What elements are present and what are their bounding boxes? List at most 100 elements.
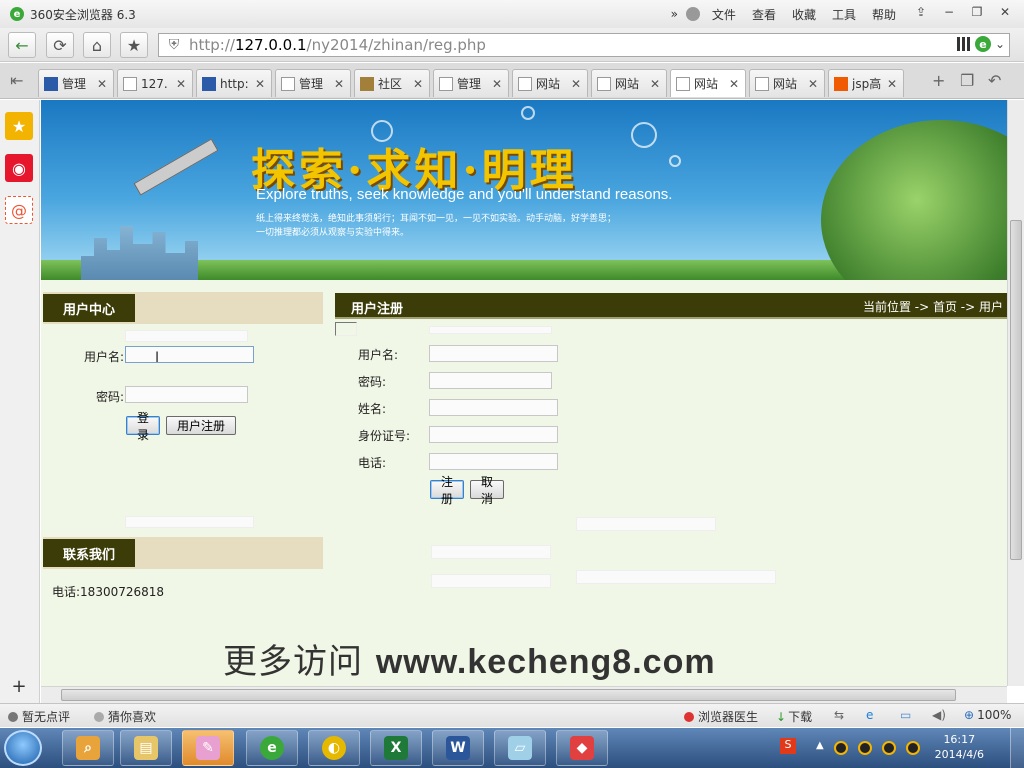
tab-6[interactable]: 网站 ✕ — [512, 69, 588, 97]
tab-4[interactable]: 社区 ✕ — [354, 69, 430, 97]
taskbar-word[interactable]: W — [432, 730, 484, 766]
login-button[interactable]: 登录 — [126, 411, 160, 442]
tab-list-icon[interactable]: ❐ — [960, 71, 974, 90]
faint-field — [125, 516, 254, 528]
home-button[interactable]: ⌂ — [83, 32, 111, 58]
tab-label: jsp高 — [852, 77, 882, 91]
weibo-icon[interactable]: ◉ — [5, 154, 33, 182]
site-favicon-icon — [834, 76, 848, 91]
tab-close-icon[interactable]: ✕ — [726, 77, 742, 91]
volume-icon[interactable]: ◀) — [932, 708, 946, 722]
tab-5[interactable]: 管理 ✕ — [433, 69, 509, 97]
reg-idcard-input[interactable] — [429, 426, 558, 443]
taskbar-excel[interactable]: X — [370, 730, 422, 766]
new-tab-button[interactable]: + — [932, 71, 945, 90]
globe-city-image — [821, 120, 1007, 280]
zoom-control[interactable]: ⊕ 100% — [964, 708, 1011, 722]
reg-password-input[interactable] — [429, 372, 552, 389]
tab-close-icon[interactable]: ✕ — [331, 77, 347, 91]
menu-view[interactable]: 查看 — [744, 6, 784, 23]
tab-3[interactable]: 管理 ✕ — [275, 69, 351, 97]
input-method-icon[interactable]: S — [780, 738, 796, 754]
restore-button[interactable]: ❐ — [964, 2, 990, 22]
cancel-register-button[interactable]: 取消 — [470, 475, 504, 506]
menu-file[interactable]: 文件 — [704, 6, 744, 23]
rating-status[interactable]: 暂无点评 — [8, 708, 70, 725]
tab-close-icon[interactable]: ✕ — [252, 77, 268, 91]
tab-1[interactable]: 127. ✕ — [117, 69, 193, 97]
qq-icon[interactable] — [882, 741, 896, 755]
taskbar-notepad[interactable]: ▱ — [494, 730, 546, 766]
chevrons-icon[interactable]: » — [663, 7, 686, 21]
vertical-scroll-thumb[interactable] — [1010, 220, 1022, 560]
user-register-button[interactable]: 用户注册 — [166, 416, 236, 435]
menu-favorites[interactable]: 收藏 — [784, 6, 824, 23]
menu-tools[interactable]: 工具 — [824, 6, 864, 23]
tab-close-icon[interactable]: ✕ — [94, 77, 110, 91]
horizontal-scrollbar[interactable] — [41, 686, 1007, 703]
reg-username-input[interactable] — [429, 345, 558, 362]
notepad-icon: ▱ — [508, 736, 532, 760]
tab-close-icon[interactable]: ✕ — [805, 77, 821, 91]
ie-icon[interactable]: e — [866, 708, 873, 722]
qq-icon[interactable] — [906, 741, 920, 755]
speed-icon[interactable]: ⇆ — [834, 708, 844, 722]
mail-icon[interactable]: @ — [5, 196, 33, 224]
taskbar-search[interactable]: ⌕ — [62, 730, 114, 766]
guess-like[interactable]: 猜你喜欢 — [94, 708, 156, 725]
show-desktop-button[interactable] — [1010, 728, 1024, 768]
qr-code-icon[interactable] — [956, 37, 971, 51]
qq-icon[interactable] — [834, 741, 848, 755]
tab-close-icon[interactable]: ✕ — [410, 77, 426, 91]
doctor-label: 浏览器医生 — [698, 710, 759, 724]
login-password-input[interactable] — [125, 386, 248, 403]
add-sidebar-icon[interactable]: + — [5, 672, 33, 700]
system-tray: S ▲ 16:17 2014/4/6 — [774, 728, 1024, 768]
browser-doctor[interactable]: 浏览器医生 — [684, 708, 758, 725]
sidebar-toggle-icon[interactable]: ⇤ — [10, 71, 23, 90]
reg-phone-input[interactable] — [429, 453, 558, 470]
reg-name-input[interactable] — [429, 399, 558, 416]
taskbar-player[interactable]: ◐ — [308, 730, 360, 766]
taskbar-explorer[interactable]: ▤ — [120, 730, 172, 766]
taskbar-paint[interactable]: ✎ — [182, 730, 234, 766]
tab-0[interactable]: 管理 ✕ — [38, 69, 114, 97]
minimize-button[interactable]: − — [936, 2, 962, 22]
taskbar-eraser[interactable]: ◆ — [556, 730, 608, 766]
tab-10[interactable]: jsp高 ✕ — [828, 69, 904, 97]
refresh-button[interactable]: ⟳ — [46, 32, 74, 58]
menu-help[interactable]: 帮助 — [864, 6, 904, 23]
tab-9[interactable]: 网站 ✕ — [749, 69, 825, 97]
user-avatar-icon[interactable] — [685, 7, 700, 21]
login-username-input[interactable] — [125, 346, 254, 363]
chevron-down-icon[interactable]: ⌄ — [995, 37, 1005, 51]
submit-register-button[interactable]: 注册 — [430, 475, 464, 506]
tab-close-icon[interactable]: ✕ — [568, 77, 584, 91]
undo-close-icon[interactable]: ↶ — [988, 71, 1001, 90]
tab-close-icon[interactable]: ✕ — [884, 77, 900, 91]
address-url[interactable]: http://127.0.0.1/ny2014/zhinan/reg.php — [189, 36, 486, 54]
address-bar[interactable]: ⛨ http://127.0.0.1/ny2014/zhinan/reg.php… — [158, 33, 1010, 57]
tab-close-icon[interactable]: ✕ — [489, 77, 505, 91]
browser-mode-icon[interactable]: e — [974, 36, 991, 52]
favorite-button[interactable]: ★ — [120, 32, 148, 58]
tab-8[interactable]: 网站 ✕ — [670, 69, 746, 97]
vertical-scrollbar[interactable] — [1007, 100, 1024, 686]
horizontal-scroll-thumb[interactable] — [61, 689, 956, 701]
text-cursor-icon: I — [155, 350, 160, 366]
clock[interactable]: 16:17 2014/4/6 — [935, 732, 984, 762]
tab-close-icon[interactable]: ✕ — [173, 77, 189, 91]
taskbar-360browser[interactable]: e — [246, 730, 298, 766]
tray-expand-icon[interactable]: ▲ — [816, 740, 824, 751]
pin-button[interactable]: ⇪ — [908, 2, 934, 22]
tab-2[interactable]: http: ✕ — [196, 69, 272, 97]
favorites-star-icon[interactable]: ★ — [5, 112, 33, 140]
back-button[interactable]: ← — [8, 32, 36, 58]
window-icon[interactable]: ▭ — [900, 708, 911, 722]
tab-close-icon[interactable]: ✕ — [647, 77, 663, 91]
qq-icon[interactable] — [858, 741, 872, 755]
close-button[interactable]: ✕ — [992, 2, 1018, 22]
start-button[interactable] — [4, 730, 42, 766]
download-status[interactable]: ↓ 下载 — [776, 708, 812, 725]
tab-7[interactable]: 网站 ✕ — [591, 69, 667, 97]
